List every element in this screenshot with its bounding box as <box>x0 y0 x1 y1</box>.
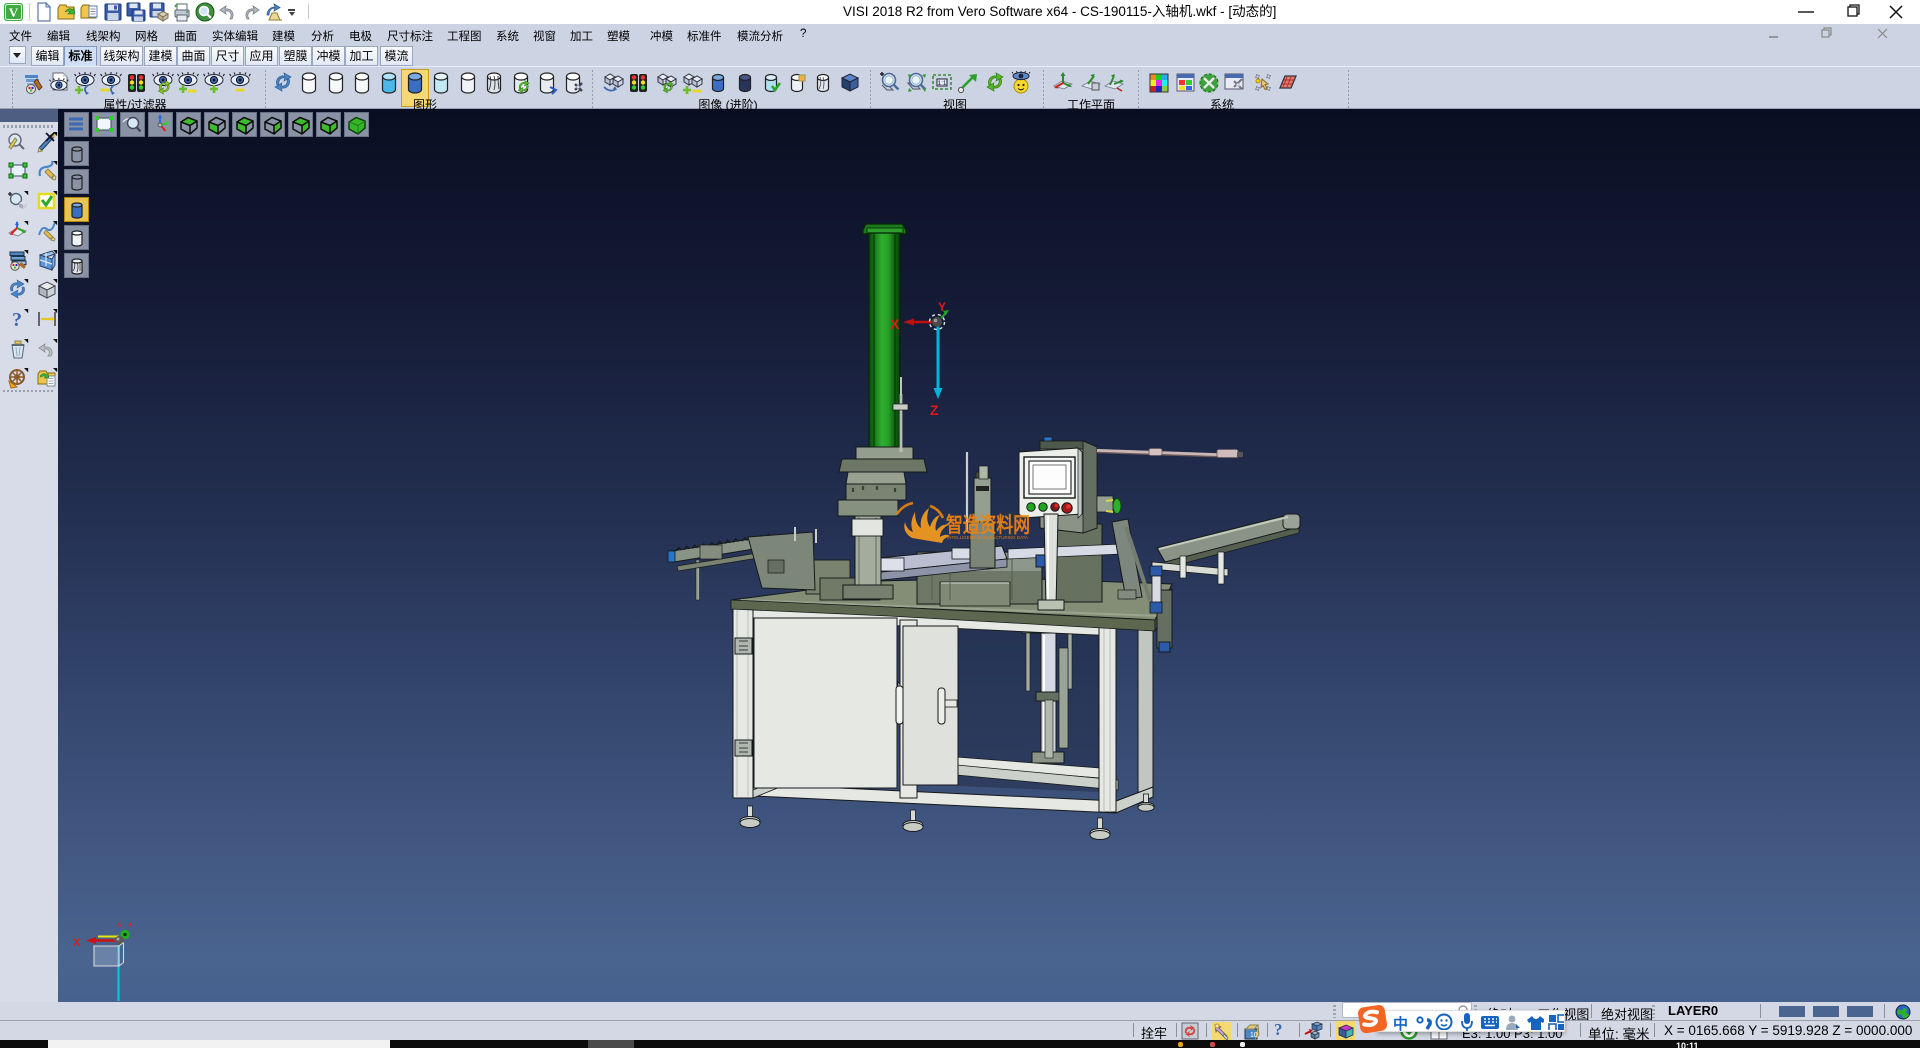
svg-text:Y: Y <box>938 300 946 314</box>
svg-text:10: 10 <box>1250 1032 1258 1039</box>
svg-text:智造资料网: 智造资料网 <box>946 513 1030 537</box>
svg-text:Z: Z <box>930 402 939 418</box>
svg-text:X: X <box>890 316 900 332</box>
svg-text:X: X <box>73 937 81 949</box>
svg-text:?: ? <box>12 309 22 330</box>
svg-text:1:1: 1:1 <box>937 80 946 87</box>
svg-text:INTELLIGENT MANUFACTURING DATA: INTELLIGENT MANUFACTURING DATA <box>947 535 1029 540</box>
svg-text:V: V <box>9 5 19 20</box>
